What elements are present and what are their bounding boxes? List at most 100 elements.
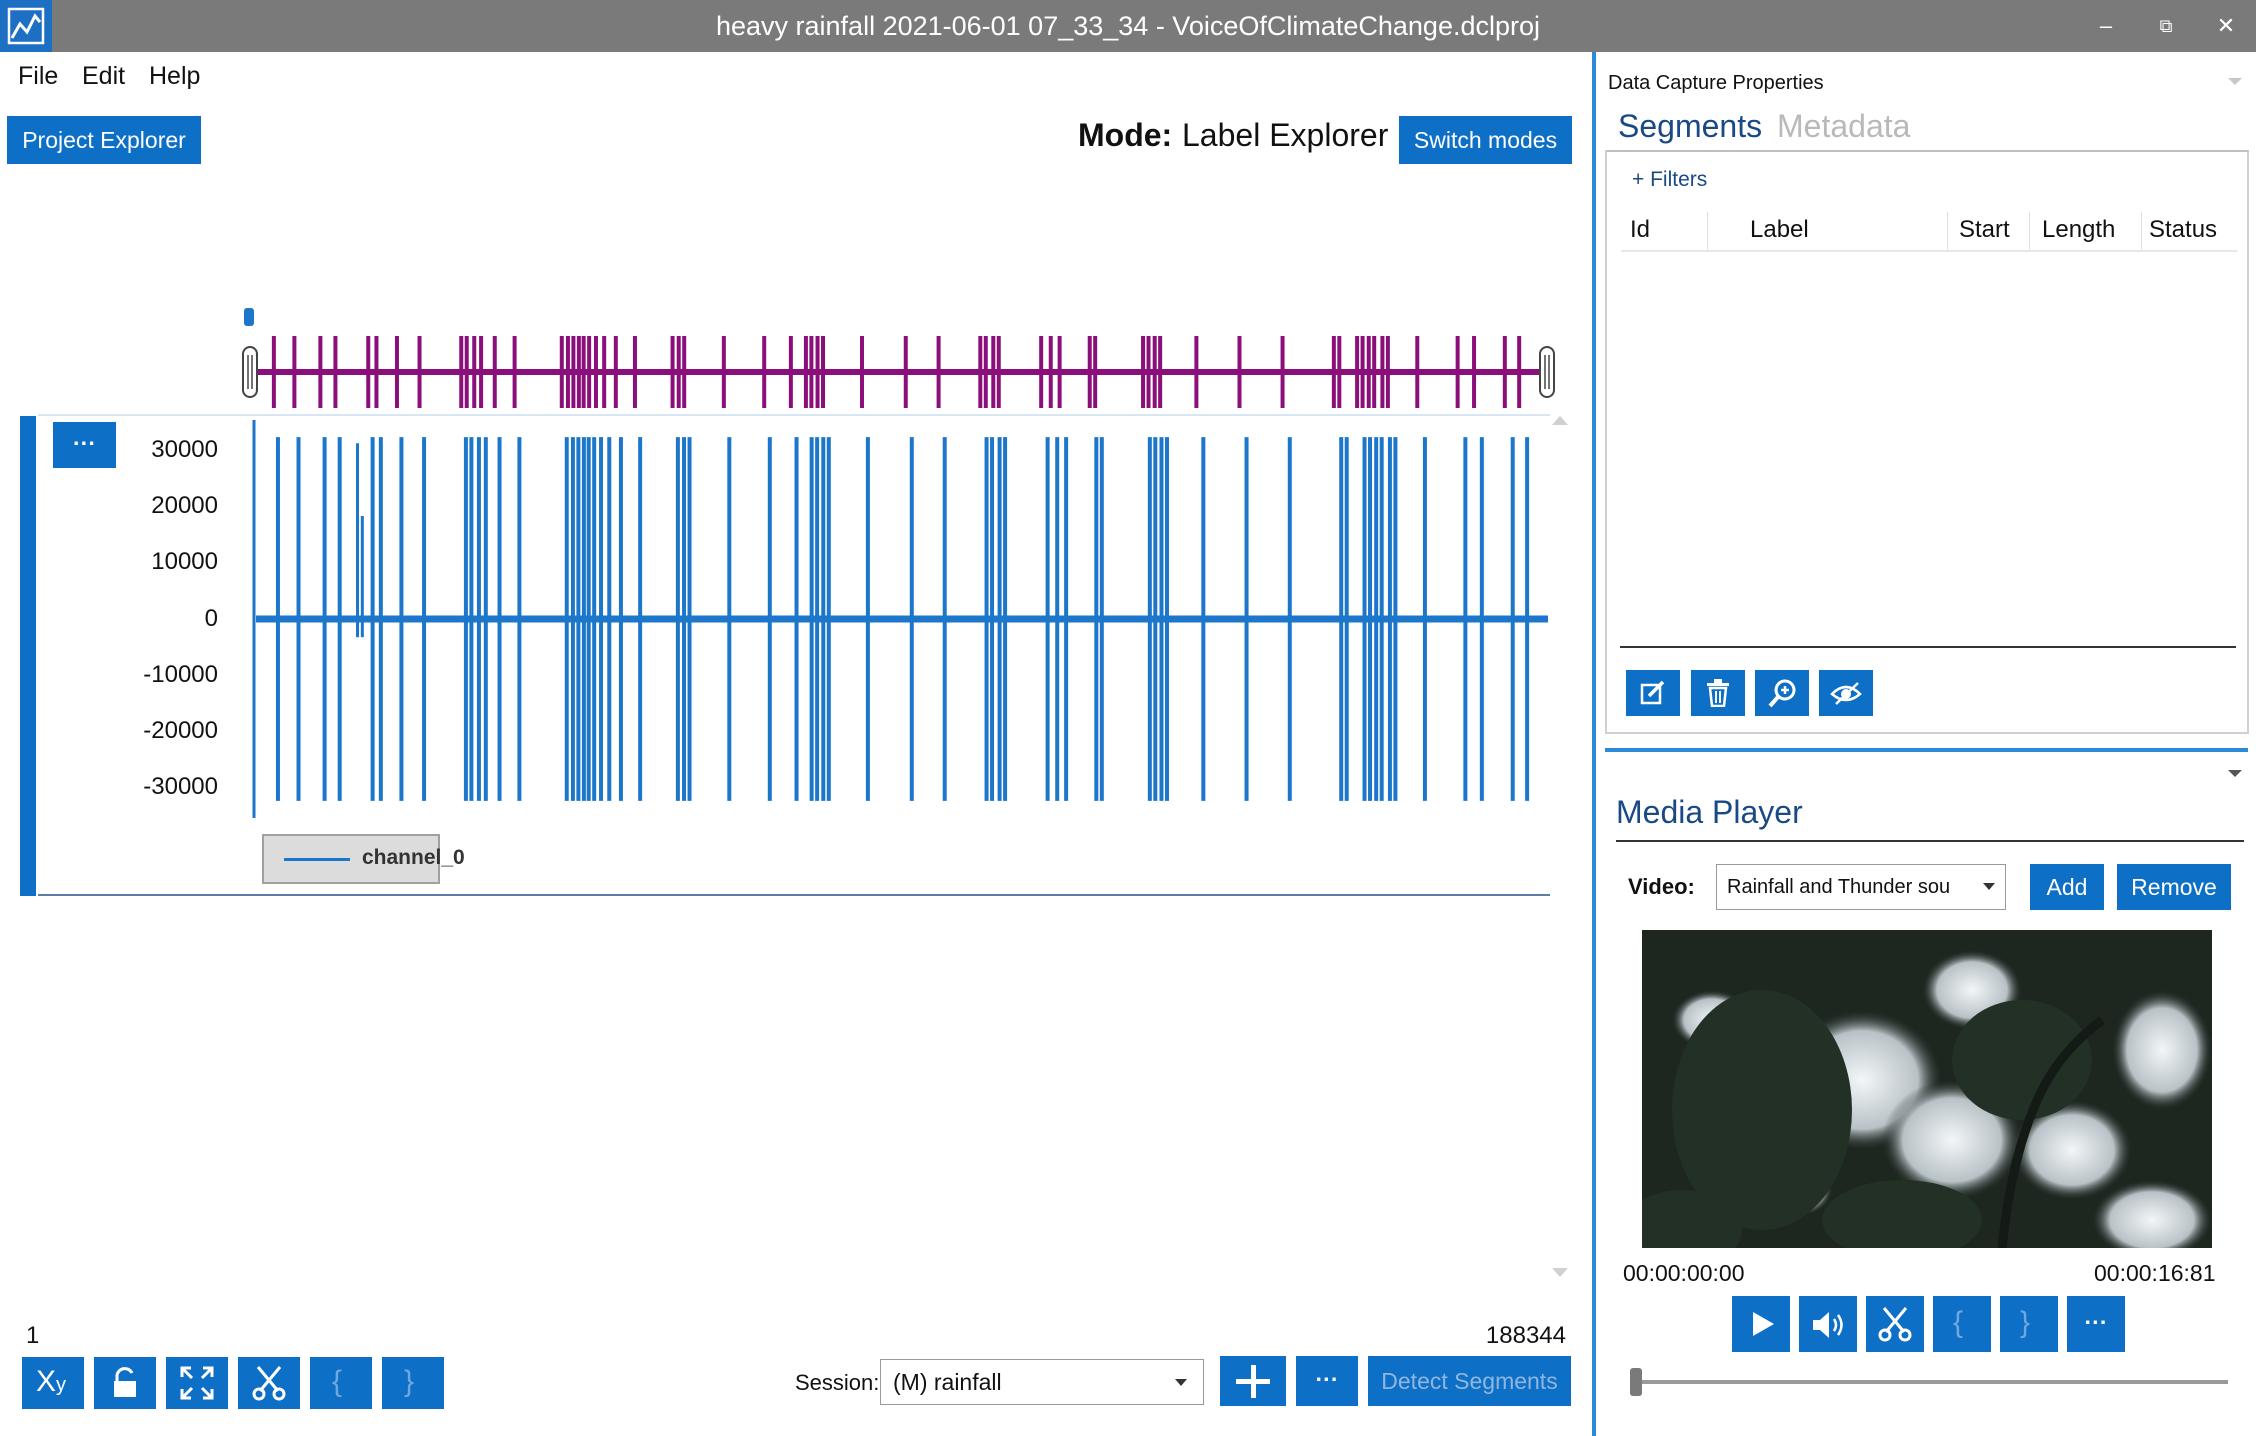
lock-button[interactable] bbox=[94, 1357, 156, 1409]
restore-button[interactable]: ⧉ bbox=[2136, 0, 2196, 52]
filters-toggle[interactable]: + Filters bbox=[1632, 168, 1707, 192]
panel-divider[interactable] bbox=[1592, 52, 1596, 1436]
panel-collapse-icon[interactable] bbox=[2228, 78, 2242, 85]
minimize-button[interactable]: – bbox=[2076, 0, 2136, 52]
scroll-down-arrow[interactable] bbox=[1552, 1268, 1568, 1277]
legend[interactable]: channel_0 bbox=[262, 834, 465, 884]
col-divider bbox=[1707, 212, 1708, 250]
waveform-plot[interactable] bbox=[250, 410, 1560, 820]
y-tick-label: -10000 bbox=[143, 661, 218, 688]
menu-file[interactable]: File bbox=[18, 62, 58, 91]
graph-bottom-border bbox=[38, 894, 1550, 896]
scissors-icon bbox=[1878, 1307, 1912, 1342]
volume-button[interactable] bbox=[1799, 1296, 1857, 1352]
right-brace-icon: } bbox=[404, 1365, 415, 1398]
trash-icon bbox=[1707, 679, 1729, 707]
chevron-down-icon bbox=[1175, 1379, 1187, 1386]
y-tick-label: 0 bbox=[204, 605, 218, 632]
project-explorer-button[interactable]: Project Explorer bbox=[7, 116, 201, 164]
time-end: 00:00:16:81 bbox=[2094, 1260, 2216, 1286]
column-id[interactable]: Id bbox=[1630, 216, 1650, 244]
column-start[interactable]: Start bbox=[1959, 216, 2010, 244]
delete-segment-button[interactable] bbox=[1691, 670, 1745, 716]
tab-metadata[interactable]: Metadata bbox=[1777, 108, 1910, 145]
fit-view-button[interactable] bbox=[166, 1357, 228, 1409]
mode-label: Mode: bbox=[1078, 117, 1173, 153]
session-label: Session: bbox=[795, 1370, 880, 1395]
right-brace-icon: } bbox=[2020, 1306, 2031, 1339]
panel-title: Data Capture Properties bbox=[1608, 72, 1824, 94]
y-tick-label: 30000 bbox=[151, 436, 218, 463]
y-tick-label: 20000 bbox=[151, 492, 218, 519]
left-brace-icon: { bbox=[1953, 1306, 1964, 1339]
session-more-button[interactable]: ··· bbox=[1296, 1356, 1358, 1406]
segments-list-bottom bbox=[1620, 646, 2236, 648]
menu-help[interactable]: Help bbox=[149, 62, 200, 91]
range-start-handle[interactable] bbox=[242, 346, 258, 398]
xy-icon: Xy bbox=[36, 1365, 67, 1398]
segment-end-button[interactable]: } bbox=[382, 1357, 444, 1409]
column-length[interactable]: Length bbox=[2042, 216, 2115, 244]
session-value: (M) rainfall bbox=[893, 1369, 1002, 1395]
expand-icon bbox=[180, 1366, 214, 1400]
media-collapse-icon[interactable] bbox=[2228, 770, 2242, 777]
media-title-underline bbox=[1616, 840, 2244, 842]
video-segment-start-button[interactable]: { bbox=[1933, 1296, 1991, 1352]
video-select-value: Rainfall and Thunder sou bbox=[1727, 876, 1951, 898]
video-select[interactable]: Rainfall and Thunder sou bbox=[1716, 864, 2006, 910]
col-divider bbox=[1947, 212, 1948, 250]
mode-value: Label Explorer bbox=[1182, 117, 1389, 153]
graph-selection-bar[interactable] bbox=[20, 416, 36, 896]
y-tick-label: 10000 bbox=[151, 548, 218, 575]
tab-segments[interactable]: Segments bbox=[1618, 108, 1762, 145]
switch-modes-button[interactable]: Switch modes bbox=[1399, 116, 1572, 164]
unlock-icon bbox=[114, 1367, 136, 1397]
range-end-handle[interactable] bbox=[1539, 346, 1555, 398]
add-segment-button[interactable] bbox=[1220, 1356, 1286, 1406]
legend-swatch bbox=[284, 858, 350, 861]
video-more-button[interactable]: ··· bbox=[2067, 1296, 2125, 1352]
zoom-in-icon bbox=[1768, 679, 1796, 708]
menu-edit[interactable]: Edit bbox=[82, 62, 125, 91]
video-frame[interactable] bbox=[1642, 930, 2212, 1248]
cut-button[interactable] bbox=[238, 1357, 300, 1409]
col-divider bbox=[2141, 212, 2142, 250]
eye-icon bbox=[1830, 682, 1862, 705]
edit-icon bbox=[1640, 680, 1665, 705]
session-select[interactable]: (M) rainfall bbox=[880, 1359, 1204, 1405]
toggle-visibility-button[interactable] bbox=[1819, 670, 1873, 716]
close-button[interactable]: ✕ bbox=[2196, 0, 2256, 52]
plus-icon-stroke bbox=[1251, 1365, 1256, 1398]
media-player-title: Media Player bbox=[1616, 794, 1803, 830]
column-label[interactable]: Label bbox=[1750, 216, 1809, 244]
detect-segments-button[interactable]: Detect Segments bbox=[1368, 1356, 1571, 1406]
segments-header bbox=[1621, 212, 2237, 252]
video-label: Video: bbox=[1628, 874, 1695, 899]
left-brace-icon: { bbox=[332, 1365, 343, 1398]
remove-video-button[interactable]: Remove bbox=[2117, 864, 2231, 910]
play-icon bbox=[1753, 1312, 1774, 1336]
column-status[interactable]: Status bbox=[2149, 216, 2217, 244]
video-cut-button[interactable] bbox=[1866, 1296, 1924, 1352]
segment-start-button[interactable]: { bbox=[310, 1357, 372, 1409]
overview-strip[interactable] bbox=[240, 300, 1560, 410]
y-tick-label: -30000 bbox=[143, 773, 218, 800]
scissors-icon bbox=[252, 1366, 286, 1401]
zoom-segment-button[interactable] bbox=[1755, 670, 1809, 716]
playhead-marker[interactable] bbox=[244, 308, 254, 326]
play-button[interactable] bbox=[1732, 1296, 1790, 1352]
col-divider bbox=[2029, 212, 2030, 250]
seek-track[interactable] bbox=[1630, 1380, 2228, 1384]
range-end-value: 188344 bbox=[1485, 1322, 1566, 1349]
edit-segment-button[interactable] bbox=[1626, 670, 1680, 716]
speaker-icon bbox=[1813, 1312, 1843, 1338]
legend-label: channel_0 bbox=[362, 846, 465, 869]
section-divider bbox=[1605, 748, 2248, 752]
xy-button[interactable]: Xy bbox=[22, 1357, 84, 1409]
video-segment-end-button[interactable]: } bbox=[2000, 1296, 2058, 1352]
add-video-button[interactable]: Add bbox=[2030, 864, 2104, 910]
window-title: heavy rainfall 2021-06-01 07_33_34 - Voi… bbox=[715, 11, 1540, 41]
chevron-down-icon bbox=[1983, 883, 1995, 890]
time-start: 00:00:00:00 bbox=[1623, 1260, 1745, 1286]
seek-thumb[interactable] bbox=[1630, 1368, 1642, 1396]
